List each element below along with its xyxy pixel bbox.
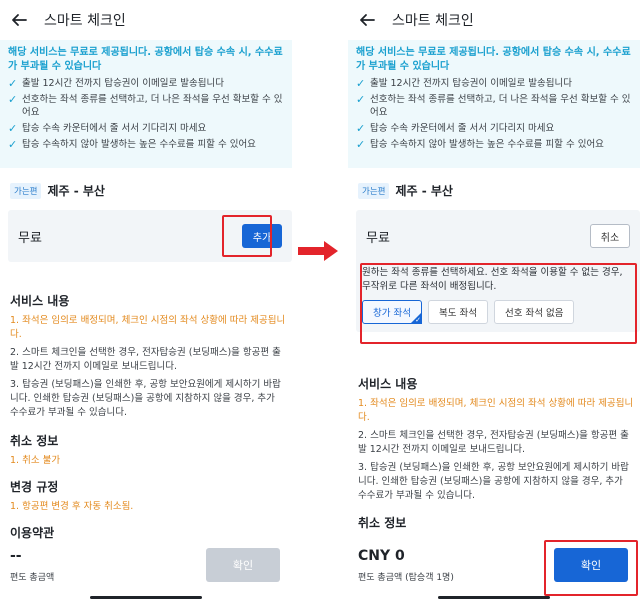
list-item: ✓ 출발 12시간 전까지 탑승권이 이메일로 발송됩니다	[356, 77, 572, 90]
total-price: CNY 0	[358, 548, 405, 564]
route-row: 가는편 제주 - 부산	[10, 182, 105, 199]
notice-list: ✓ 출발 12시간 전까지 탑승권이 이메일로 발송됩니다 ✓ 선호하는 좌석 종류…	[8, 77, 284, 151]
service-item-1: 1. 좌석은 임의로 배정되며, 체크인 시점의 좌석 상황에 따라 제공됩니다…	[10, 315, 286, 340]
confirm-button[interactable]: 확인	[554, 548, 628, 582]
check-icon: ✓	[356, 93, 366, 106]
route-row: 가는편 제주 - 부산	[358, 182, 453, 199]
change-rule-text: 1. 항공편 변경 후 자동 취소됨.	[10, 501, 134, 512]
list-item: ✓ 탑승 수속하지 않아 발생하는 높은 수수료를 피할 수 있어요	[8, 138, 256, 151]
back-arrow-icon	[360, 14, 375, 26]
service-item-1: 1. 좌석은 임의로 배정되며, 체크인 시점의 좌석 상황에 따라 제공됩니다…	[358, 398, 634, 423]
notice-title: 해당 서비스는 무료로 제공됩니다. 공항에서 탑승 수속 시, 수수료가 부과…	[356, 47, 631, 72]
header: 스마트 체크인	[348, 0, 640, 40]
home-indicator	[90, 596, 202, 599]
check-icon: ✓	[8, 138, 18, 151]
free-row: 무료 취소	[356, 210, 640, 262]
home-indicator	[438, 596, 550, 599]
back-arrow-icon	[12, 14, 27, 26]
notice-title: 해당 서비스는 무료로 제공됩니다. 공항에서 탑승 수속 시, 수수료가 부과…	[8, 47, 283, 72]
seat-option-window[interactable]: 창가 좌석 ✓	[362, 300, 422, 324]
notice-list: ✓ 출발 12시간 전까지 탑승권이 이메일로 발송됩니다 ✓ 선호하는 좌석 종류…	[356, 77, 632, 151]
seat-info-text: 원하는 좌석 종류를 선택하세요. 선호 좌석을 이용할 수 없는 경우, 무작…	[362, 267, 623, 292]
service-item-2: 2. 스마트 체크인을 선택한 경우, 전자탑승권 (보딩패스)을 항공편 출발…	[358, 430, 629, 455]
check-icon: ✓	[415, 316, 421, 324]
service-item-3: 3. 탑승권 (보딩패스)을 인쇄한 후, 공항 보안요원에게 제시하기 바랍니…	[358, 462, 629, 501]
bottom-bar: -- 편도 총금액 확인	[0, 540, 292, 604]
header: 스마트 체크인	[0, 0, 292, 40]
change-rule-title: 변경 규정	[10, 480, 59, 494]
list-item: ✓ 탑승 수속 카운터에서 줄 서서 기다리지 마세요	[356, 122, 555, 135]
check-icon: ✓	[8, 77, 18, 90]
route-text: 제주 - 부산	[47, 184, 105, 198]
service-title: 서비스 내용	[10, 294, 70, 308]
list-item: ✓ 선호하는 좌석 종류를 선택하고, 더 나은 좌석을 우선 확보할 수 있어요	[356, 93, 631, 118]
check-icon: ✓	[356, 122, 366, 135]
seat-preference-panel: 원하는 좌석 종류를 선택하세요. 선호 좌석을 이용할 수 없는 경우, 무작…	[356, 262, 640, 332]
list-item: ✓ 탑승 수속하지 않아 발생하는 높은 수수료를 피할 수 있어요	[356, 138, 604, 151]
back-button[interactable]	[358, 11, 376, 29]
free-row: 무료 추가	[8, 210, 292, 262]
screen-after: 스마트 체크인 해당 서비스는 무료로 제공됩니다. 공항에서 탑승 수속 시,…	[348, 0, 640, 604]
list-item: ✓ 선호하는 좌석 종류를 선택하고, 더 나은 좌석을 우선 확보할 수 있어요	[8, 93, 283, 118]
service-title: 서비스 내용	[358, 377, 418, 391]
add-button[interactable]: 추가	[242, 224, 282, 248]
check-icon: ✓	[356, 77, 366, 90]
total-price: --	[10, 548, 22, 564]
free-label: 무료	[18, 230, 42, 246]
screen-before: 스마트 체크인 해당 서비스는 무료로 제공됩니다. 공항에서 탑승 수속 시,…	[0, 0, 292, 604]
total-caption: 편도 총금액 (탑승객 1명)	[358, 573, 454, 583]
check-icon: ✓	[356, 138, 366, 151]
route-badge: 가는편	[358, 182, 390, 199]
cancel-info-title: 취소 정보	[10, 434, 59, 448]
confirm-button[interactable]: 확인	[206, 548, 280, 582]
free-option-box: 무료 취소 원하는 좌석 종류를 선택하세요. 선호 좌석을 이용할 수 없는 …	[356, 210, 640, 332]
check-icon: ✓	[8, 93, 18, 106]
service-item-3: 3. 탑승권 (보딩패스)을 인쇄한 후, 공항 보안요원에게 제시하기 바랍니…	[10, 379, 281, 418]
list-item: ✓ 탑승 수속 카운터에서 줄 서서 기다리지 마세요	[8, 122, 207, 135]
service-item-2: 2. 스마트 체크인을 선택한 경우, 전자탑승권 (보딩패스)을 항공편 출발…	[10, 347, 281, 372]
right-arrow-icon	[298, 241, 338, 261]
check-icon: ✓	[8, 122, 18, 135]
list-item: ✓ 출발 12시간 전까지 탑승권이 이메일로 발송됩니다	[8, 77, 224, 90]
total-caption: 편도 총금액	[10, 573, 55, 583]
seat-option-none[interactable]: 선호 좌석 없음	[493, 300, 575, 324]
free-label: 무료	[366, 230, 390, 246]
free-option-box: 무료 추가	[8, 210, 292, 262]
cancel-info-text: 1. 취소 불가	[10, 455, 61, 466]
back-button[interactable]	[10, 11, 28, 29]
notice-box: 해당 서비스는 무료로 제공됩니다. 공항에서 탑승 수속 시, 수수료가 부과…	[0, 40, 292, 168]
route-text: 제주 - 부산	[395, 184, 453, 198]
page-title: 스마트 체크인	[44, 13, 126, 29]
seat-options: 창가 좌석 ✓ 복도 좌석 선호 좌석 없음	[362, 300, 634, 324]
terms-title: 이용약관	[10, 526, 55, 540]
bottom-bar: CNY 0 편도 총금액 (탑승객 1명) 확인	[348, 540, 640, 604]
page-title: 스마트 체크인	[392, 13, 474, 29]
cancel-button[interactable]: 취소	[590, 224, 630, 248]
route-badge: 가는편	[10, 182, 42, 199]
cancel-info-title: 취소 정보	[358, 516, 407, 530]
seat-option-aisle[interactable]: 복도 좌석	[427, 300, 488, 324]
notice-box: 해당 서비스는 무료로 제공됩니다. 공항에서 탑승 수속 시, 수수료가 부과…	[348, 40, 640, 168]
